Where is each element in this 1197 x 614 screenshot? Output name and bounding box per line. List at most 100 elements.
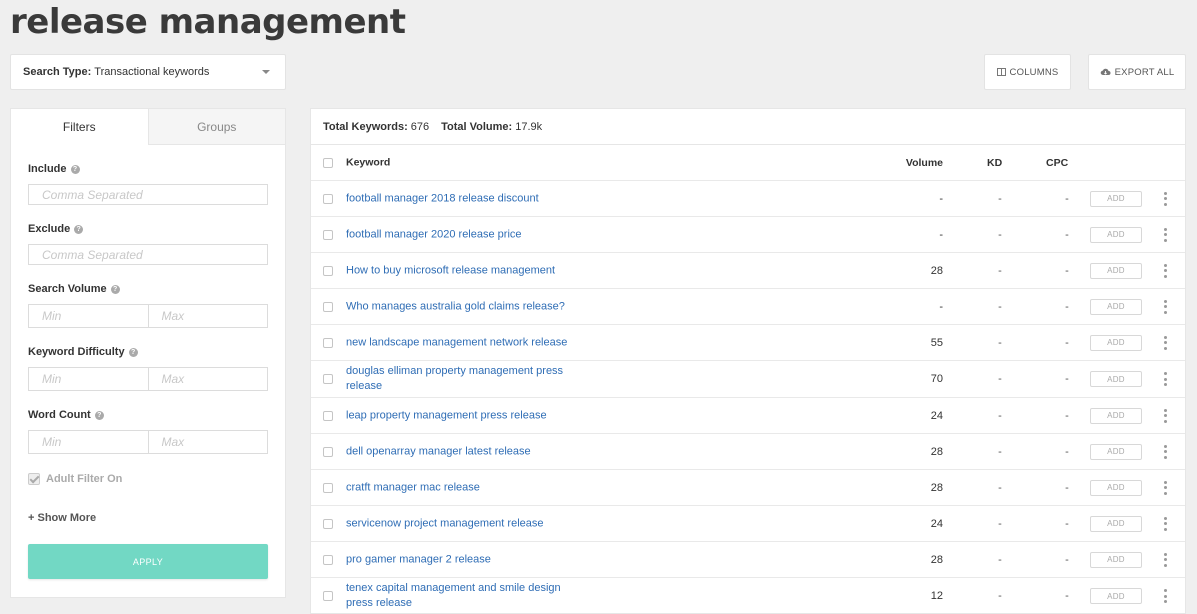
- more-vertical-icon[interactable]: [1161, 191, 1169, 206]
- cpc-value: -: [1065, 409, 1069, 422]
- table-row: leap property management press release 24…: [311, 398, 1185, 434]
- row-checkbox[interactable]: [323, 337, 333, 348]
- row-checkbox[interactable]: [323, 193, 333, 204]
- help-icon[interactable]: ?: [110, 284, 120, 294]
- add-button[interactable]: ADD: [1090, 334, 1142, 351]
- apply-button[interactable]: APPLY: [28, 544, 268, 579]
- adult-filter-toggle[interactable]: Adult Filter On: [28, 473, 122, 485]
- select-all-checkbox[interactable]: [323, 157, 333, 168]
- add-button[interactable]: ADD: [1090, 479, 1142, 496]
- kd-value: -: [998, 481, 1002, 494]
- add-button[interactable]: ADD: [1090, 515, 1142, 532]
- add-button[interactable]: ADD: [1090, 443, 1142, 460]
- row-checkbox[interactable]: [323, 301, 333, 312]
- show-more-link[interactable]: + Show More: [28, 512, 96, 524]
- add-button[interactable]: ADD: [1090, 298, 1142, 315]
- keyword-link[interactable]: tenex capital management and smile desig…: [346, 581, 576, 611]
- search-volume-max-input[interactable]: Max: [147, 305, 268, 327]
- row-checkbox[interactable]: [323, 591, 333, 601]
- column-header-volume[interactable]: Volume: [906, 157, 943, 169]
- filters-panel: Filters Groups Include ? Comma Separated…: [10, 108, 286, 598]
- more-vertical-icon[interactable]: [1161, 372, 1169, 386]
- volume-value: 24: [930, 517, 943, 530]
- more-vertical-icon[interactable]: [1161, 480, 1169, 495]
- help-icon[interactable]: ?: [70, 164, 80, 174]
- keyword-link[interactable]: servicenow project management release: [346, 516, 576, 531]
- keyword-difficulty-range: Min Max: [28, 367, 268, 391]
- keyword-link[interactable]: new landscape management network release: [346, 335, 576, 350]
- add-button[interactable]: ADD: [1090, 588, 1142, 604]
- search-volume-min-input[interactable]: Min: [29, 305, 148, 327]
- cpc-value: -: [1065, 228, 1069, 241]
- add-button[interactable]: ADD: [1090, 407, 1142, 424]
- kd-value: -: [998, 228, 1002, 241]
- help-icon[interactable]: ?: [74, 224, 84, 234]
- row-checkbox[interactable]: [323, 265, 333, 276]
- more-vertical-icon[interactable]: [1161, 589, 1169, 603]
- row-checkbox[interactable]: [323, 374, 333, 384]
- keyword-difficulty-min-input[interactable]: Min: [29, 368, 148, 390]
- keyword-link[interactable]: douglas elliman property management pres…: [346, 364, 576, 394]
- row-checkbox[interactable]: [323, 229, 333, 240]
- keyword-link[interactable]: cratft manager mac release: [346, 480, 576, 495]
- cpc-value: -: [1065, 517, 1069, 530]
- more-vertical-icon[interactable]: [1161, 299, 1169, 314]
- adult-filter-checkbox[interactable]: [28, 473, 40, 485]
- row-checkbox[interactable]: [323, 410, 333, 421]
- add-button[interactable]: ADD: [1090, 371, 1142, 387]
- include-label: Include ?: [28, 163, 80, 175]
- more-vertical-icon[interactable]: [1161, 335, 1169, 350]
- more-vertical-icon[interactable]: [1161, 408, 1169, 423]
- keyword-link[interactable]: Who manages australia gold claims releas…: [346, 299, 576, 314]
- row-checkbox[interactable]: [323, 482, 333, 493]
- include-input[interactable]: Comma Separated: [28, 184, 268, 205]
- keyword-link[interactable]: football manager 2018 release discount: [346, 191, 576, 206]
- columns-button[interactable]: COLUMNS: [984, 54, 1071, 90]
- more-vertical-icon[interactable]: [1161, 552, 1169, 567]
- tab-groups[interactable]: Groups: [147, 109, 285, 145]
- column-header-kd[interactable]: KD: [987, 157, 1002, 169]
- exclude-input[interactable]: Comma Separated: [28, 244, 268, 265]
- keyword-link[interactable]: leap property management press release: [346, 408, 576, 423]
- kd-value: -: [998, 553, 1002, 566]
- keyword-link[interactable]: pro gamer manager 2 release: [346, 552, 576, 567]
- cpc-value: -: [1065, 590, 1069, 602]
- help-icon[interactable]: ?: [94, 410, 104, 420]
- word-count-max-input[interactable]: Max: [147, 431, 268, 453]
- more-vertical-icon[interactable]: [1161, 227, 1169, 242]
- search-volume-label-text: Search Volume: [28, 283, 107, 295]
- row-checkbox[interactable]: [323, 518, 333, 529]
- table-row: new landscape management network release…: [311, 325, 1185, 361]
- kd-value: -: [998, 445, 1002, 458]
- row-checkbox[interactable]: [323, 446, 333, 457]
- volume-value: 28: [930, 445, 943, 458]
- search-type-select[interactable]: Search Type: Transactional keywords: [10, 54, 286, 90]
- export-all-button[interactable]: EXPORT ALL: [1088, 54, 1186, 90]
- add-button[interactable]: ADD: [1090, 551, 1142, 568]
- more-vertical-icon[interactable]: [1161, 444, 1169, 459]
- cpc-value: -: [1065, 192, 1069, 205]
- more-vertical-icon[interactable]: [1161, 263, 1169, 278]
- tab-filters[interactable]: Filters: [11, 109, 148, 145]
- add-button[interactable]: ADD: [1090, 190, 1142, 207]
- exclude-label-text: Exclude: [28, 223, 71, 235]
- keyword-link[interactable]: How to buy microsoft release management: [346, 263, 576, 278]
- word-count-min-input[interactable]: Min: [29, 431, 148, 453]
- column-header-keyword[interactable]: Keyword: [346, 155, 576, 170]
- add-button[interactable]: ADD: [1090, 262, 1142, 279]
- keyword-link[interactable]: football manager 2020 release price: [346, 227, 576, 242]
- volume-value: -: [939, 228, 943, 241]
- chevron-down-icon: [262, 70, 270, 74]
- add-button[interactable]: ADD: [1090, 226, 1142, 243]
- table-row: football manager 2018 release discount - -…: [311, 181, 1185, 217]
- keyword-link[interactable]: dell openarray manager latest release: [346, 444, 576, 459]
- row-checkbox[interactable]: [323, 554, 333, 565]
- columns-button-label: COLUMNS: [1009, 66, 1059, 78]
- table-row: How to buy microsoft release management 2…: [311, 253, 1185, 289]
- more-vertical-icon[interactable]: [1161, 516, 1169, 531]
- help-icon[interactable]: ?: [128, 347, 138, 357]
- volume-value: 28: [930, 264, 943, 277]
- column-header-cpc[interactable]: CPC: [1046, 157, 1068, 169]
- kd-value: -: [998, 517, 1002, 530]
- keyword-difficulty-max-input[interactable]: Max: [147, 368, 268, 390]
